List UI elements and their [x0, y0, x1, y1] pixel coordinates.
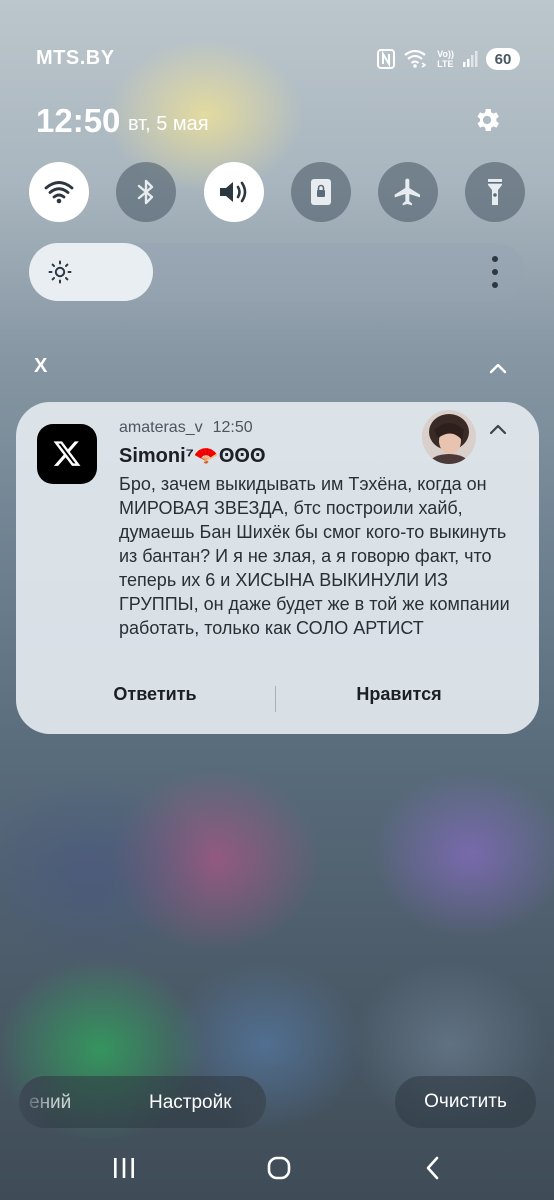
brightness-slider[interactable] — [29, 243, 525, 301]
sound-toggle[interactable] — [204, 162, 264, 222]
sound-icon — [220, 181, 247, 203]
clock: 12:50 — [36, 102, 121, 139]
home-icon — [267, 1156, 291, 1180]
chevron-up-icon[interactable] — [486, 356, 510, 380]
clear-label: Очистить — [424, 1091, 507, 1112]
notification-account: amateras_v — [119, 419, 203, 436]
notification-card[interactable]: amateras_v 12:50 Simoni⁷🪭ʘʘʘ Бро, зачем в… — [16, 402, 539, 734]
avatar — [422, 410, 476, 464]
back-button[interactable] — [416, 1153, 452, 1183]
x-logo-icon — [37, 424, 97, 484]
settings-button[interactable] — [470, 103, 504, 137]
lte-label: LTE — [437, 59, 454, 69]
rotation-lock-icon — [311, 179, 331, 205]
recents-button[interactable] — [106, 1153, 142, 1183]
volte-lte-icon: Vo)) LTE — [437, 49, 454, 69]
more-vertical-icon[interactable] — [483, 256, 507, 288]
carrier-name: MTS.BY — [36, 47, 115, 69]
notification-time: 12:50 — [212, 419, 253, 436]
chevron-up-icon[interactable] — [486, 417, 510, 441]
notification-meta: amateras_v 12:50 — [119, 419, 253, 437]
status-icons: Vo)) LTE 60 — [377, 47, 520, 71]
reply-button[interactable]: Ответить — [81, 684, 229, 705]
notification-group-app-label: X — [34, 355, 48, 377]
clear-button[interactable]: Очистить — [395, 1076, 536, 1128]
signal-icon — [462, 50, 478, 68]
wifi-icon — [44, 181, 74, 204]
bluetooth-toggle[interactable] — [116, 162, 176, 222]
action-divider — [275, 686, 276, 712]
volte-label: Vo)) — [437, 49, 454, 59]
notification-sender: Simoni⁷🪭ʘʘʘ — [119, 445, 266, 467]
gear-icon — [477, 109, 499, 131]
date: вт, 5 мая — [128, 113, 209, 135]
like-button[interactable]: Нравится — [326, 684, 472, 705]
flashlight-icon — [488, 179, 502, 205]
nfc-icon — [377, 49, 396, 69]
airplane-toggle[interactable] — [378, 162, 438, 222]
notification-settings-pill[interactable]: ений Настройк — [19, 1076, 266, 1128]
airplane-icon — [394, 178, 420, 206]
back-icon — [426, 1156, 439, 1180]
wifi-calling-icon — [403, 48, 429, 70]
flashlight-toggle[interactable] — [465, 162, 525, 222]
battery-icon: 60 — [486, 48, 520, 70]
rotation-lock-toggle[interactable] — [291, 162, 351, 222]
quick-settings-row — [29, 162, 525, 222]
bluetooth-icon — [137, 179, 154, 205]
navigation-bar — [0, 1140, 554, 1200]
sun-icon — [48, 260, 72, 284]
home-button[interactable] — [261, 1153, 297, 1183]
wifi-toggle[interactable] — [29, 162, 89, 222]
notification-body: Бро, зачем выкидывать им Тэхёна, когда о… — [119, 474, 510, 638]
recents-icon — [114, 1158, 134, 1178]
settings-label[interactable]: Настройк — [149, 1092, 232, 1114]
